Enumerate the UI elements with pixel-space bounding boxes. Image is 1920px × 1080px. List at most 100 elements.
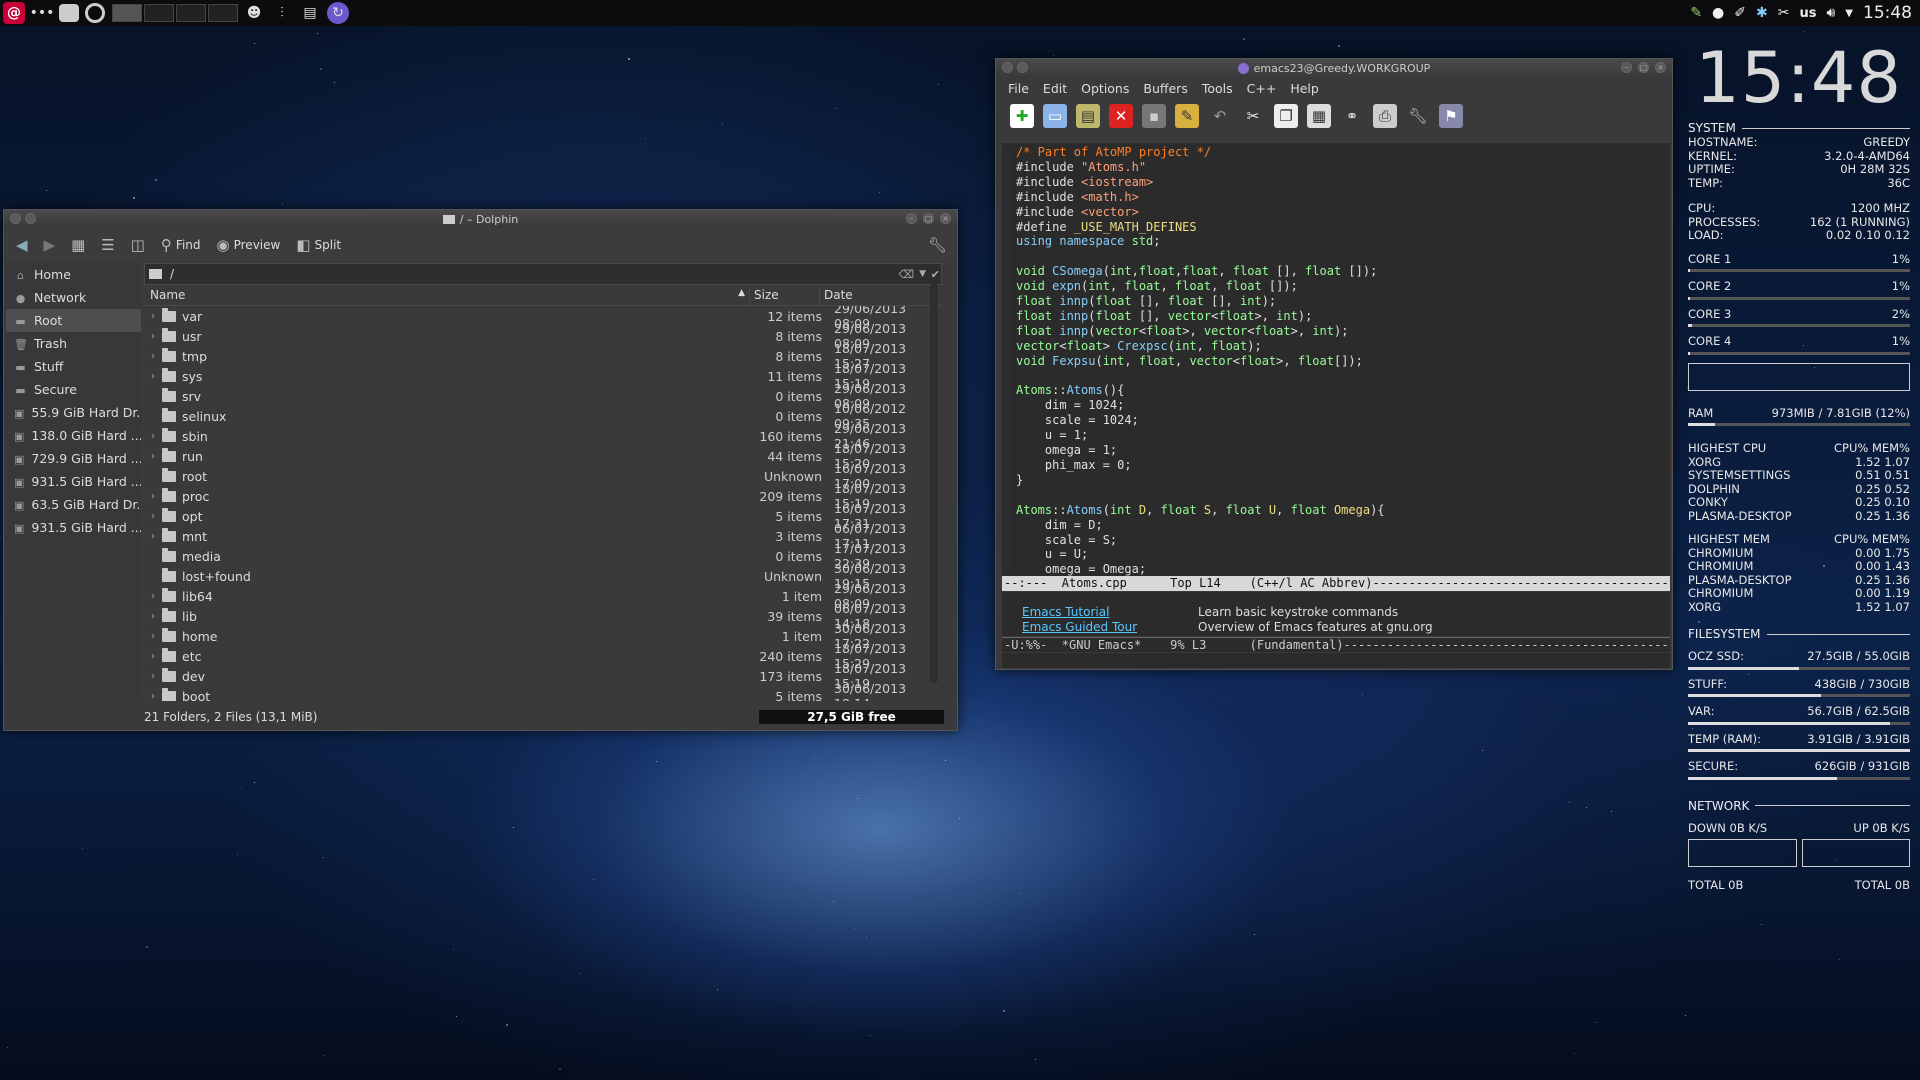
help-button[interactable]: ⚑: [1439, 104, 1463, 128]
expand-arrow-icon[interactable]: ›: [144, 671, 162, 682]
location-bar[interactable]: / ⌫ ▼ ✔: [144, 263, 942, 285]
places-item[interactable]: ⌂ Home: [6, 263, 141, 286]
forward-button[interactable]: ▶: [40, 232, 60, 258]
chromium-icon[interactable]: [85, 3, 105, 23]
window-menu-icon[interactable]: [1002, 62, 1013, 73]
maximize-button[interactable]: □: [923, 213, 934, 224]
places-item[interactable]: ▣ 931.5 GiB Hard ...: [6, 470, 141, 493]
back-button[interactable]: ◀: [12, 232, 32, 258]
free-space-bar[interactable]: 27,5 GiB free: [759, 710, 944, 724]
open-folder-button[interactable]: ▭: [1043, 104, 1067, 128]
panel-clock[interactable]: 15:48: [1863, 3, 1912, 23]
size-column-header[interactable]: Size: [749, 288, 819, 305]
close-button[interactable]: ×: [940, 213, 951, 224]
places-item[interactable]: ▣ 138.0 GiB Hard ...: [6, 424, 141, 447]
mode-line-atoms[interactable]: --:--- Atoms.cpp Top L14 (C++/l AC Abbre…: [1002, 576, 1670, 591]
file-list-scrollbar[interactable]: [930, 283, 938, 683]
volume-icon[interactable]: 🔊︎: [1826, 5, 1835, 21]
menu-buffers[interactable]: Buffers: [1143, 81, 1187, 96]
menu-help[interactable]: Help: [1290, 81, 1319, 96]
expand-arrow-icon[interactable]: ›: [144, 631, 162, 642]
file-row[interactable]: › var 12 items 29/06/2013 08:09: [144, 306, 942, 331]
task-3[interactable]: [176, 4, 206, 22]
confirm-location-icon[interactable]: ✔: [931, 268, 940, 281]
file-manager-icon[interactable]: [59, 4, 79, 22]
places-item[interactable]: ▬ Secure: [6, 378, 141, 401]
search-button[interactable]: ⚭: [1340, 104, 1364, 128]
expand-arrow-icon[interactable]: ›: [144, 351, 162, 362]
file-row[interactable]: selinux 0 items 10/06/2012 09:35: [144, 401, 942, 431]
window-menu-icon[interactable]: [10, 213, 21, 224]
file-row[interactable]: › sbin 160 items 29/06/2013 21:46: [144, 421, 942, 451]
task-emacs[interactable]: [144, 4, 174, 22]
tray-expand-icon[interactable]: ▼: [1845, 8, 1853, 19]
close-button[interactable]: ×: [1655, 62, 1666, 73]
expand-arrow-icon[interactable]: ›: [144, 371, 162, 382]
dired-button[interactable]: ▤: [1076, 104, 1100, 128]
expand-arrow-icon[interactable]: ›: [144, 611, 162, 622]
places-item[interactable]: ▬ Stuff: [6, 355, 141, 378]
clear-location-icon[interactable]: ⌫: [898, 268, 914, 281]
close-buffer-button[interactable]: ✕: [1109, 104, 1133, 128]
file-row[interactable]: lost+found Unknown 30/06/2013 19:15: [144, 561, 942, 591]
expand-arrow-icon[interactable]: ›: [144, 511, 162, 522]
file-row[interactable]: › lib 39 items 06/07/2013 14:18: [144, 601, 942, 631]
location-dropdown-icon[interactable]: ▼: [919, 269, 926, 279]
help-link[interactable]: Emacs Tutorial: [1022, 605, 1198, 620]
menu-edit[interactable]: Edit: [1043, 81, 1067, 96]
minimize-button[interactable]: –: [906, 213, 917, 224]
file-row[interactable]: srv 0 items 29/06/2013 08:09: [144, 381, 942, 411]
file-row[interactable]: › mnt 3 items 06/07/2013 17:11: [144, 521, 942, 551]
expand-arrow-icon[interactable]: ›: [144, 311, 162, 322]
details-view-button[interactable]: ☰: [97, 232, 118, 258]
name-column-header[interactable]: Name ▲: [144, 288, 749, 305]
bluetooth-icon[interactable]: ✱: [1756, 5, 1768, 21]
file-row[interactable]: › usr 8 items 29/06/2013 08:09: [144, 321, 942, 351]
split-button[interactable]: ◧ Split: [292, 232, 345, 258]
menu-tools[interactable]: Tools: [1202, 81, 1233, 96]
places-item[interactable]: ▣ 931.5 GiB Hard ...: [6, 516, 141, 539]
minimize-button[interactable]: –: [1621, 62, 1632, 73]
dolphin-titlebar[interactable]: / – Dolphin – □ ×: [4, 210, 957, 228]
file-row[interactable]: › lib64 1 item 29/06/2013 08:09: [144, 581, 942, 611]
configure-button[interactable]: 🔧︎: [924, 232, 951, 258]
task-4[interactable]: [208, 4, 238, 22]
expand-arrow-icon[interactable]: ›: [144, 691, 162, 702]
expand-arrow-icon[interactable]: ›: [144, 591, 162, 602]
debian-menu-icon[interactable]: @: [3, 2, 25, 24]
file-row[interactable]: › boot 5 items 30/06/2013 18:14: [144, 681, 942, 702]
places-item[interactable]: ▣ 55.9 GiB Hard Dr...: [6, 401, 141, 424]
code-scrollbar[interactable]: [1004, 149, 1010, 569]
file-row[interactable]: › opt 5 items 16/07/2013 17:31: [144, 501, 942, 531]
places-item[interactable]: ▣ 63.5 GiB Hard Dr...: [6, 493, 141, 516]
print-button[interactable]: ⎙: [1373, 104, 1397, 128]
cut-button[interactable]: ✂: [1241, 104, 1265, 128]
help-link[interactable]: Emacs Guided Tour: [1022, 620, 1198, 635]
clipboard-icon[interactable]: ▤: [299, 2, 321, 24]
find-button[interactable]: ⚲ Find: [157, 232, 205, 258]
keyboard-layout[interactable]: us: [1799, 6, 1816, 21]
update-icon[interactable]: ↻: [327, 2, 349, 24]
brush-icon[interactable]: ✐: [1734, 5, 1746, 21]
code-buffer[interactable]: /* Part of AtoMP project */#include "Ato…: [1002, 143, 1670, 588]
echo-area[interactable]: [1002, 653, 1670, 668]
maximize-button[interactable]: □: [1638, 62, 1649, 73]
file-row[interactable]: › home 1 item 30/06/2013 17:22: [144, 621, 942, 651]
more-icon[interactable]: •••: [30, 2, 55, 24]
preferences-button[interactable]: 🔧︎: [1406, 104, 1430, 128]
expand-arrow-icon[interactable]: ›: [144, 331, 162, 342]
emacs-titlebar[interactable]: emacs23@Greedy.WORKGROUP – □ ×: [996, 59, 1672, 77]
file-row[interactable]: › run 44 items 18/07/2013 15:20: [144, 441, 942, 471]
file-row[interactable]: media 0 items 17/07/2013 22:39: [144, 541, 942, 571]
pen-icon[interactable]: ✎: [1690, 5, 1702, 21]
expand-arrow-icon[interactable]: ›: [144, 531, 162, 542]
file-row[interactable]: › proc 209 items 18/07/2013 15:19: [144, 481, 942, 511]
expand-arrow-icon[interactable]: ›: [144, 431, 162, 442]
mode-line-gnu-emacs[interactable]: -U:%%- *GNU Emacs* 9% L3 (Fundamental)--…: [1002, 637, 1670, 652]
sticky-icon[interactable]: [1017, 62, 1028, 73]
file-row[interactable]: › sys 11 items 18/07/2013 15:19: [144, 361, 942, 391]
menu-options[interactable]: Options: [1081, 81, 1129, 96]
sticky-icon[interactable]: [25, 213, 36, 224]
places-item[interactable]: ● Network: [6, 286, 141, 309]
save-button[interactable]: ▪: [1142, 104, 1166, 128]
